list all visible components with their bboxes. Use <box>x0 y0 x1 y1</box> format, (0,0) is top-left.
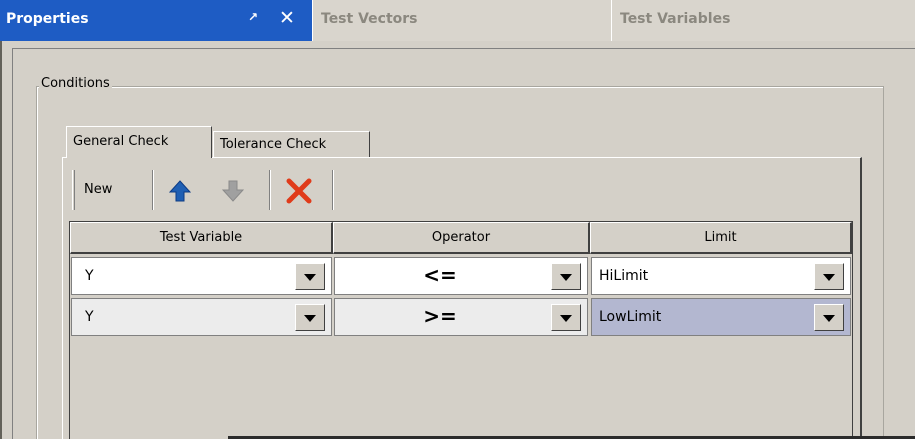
close-icon[interactable]: ✕ <box>279 8 295 28</box>
cell-value: Y <box>85 268 94 284</box>
delete-icon[interactable] <box>285 177 313 217</box>
toolbar-separator <box>332 170 334 210</box>
tab-test-vectors[interactable]: Test Vectors <box>312 0 611 41</box>
tab-properties-label: Properties <box>6 11 89 27</box>
tab-test-vectors-label: Test Vectors <box>321 11 418 27</box>
chevron-down-icon[interactable] <box>551 263 581 290</box>
tab-properties[interactable]: Properties ↗ ✕ <box>0 0 312 41</box>
panel-tab-strip: Properties ↗ ✕ Test Vectors Test Variabl… <box>0 0 915 41</box>
cell-value: <= <box>423 263 457 287</box>
cell-value: >= <box>423 304 457 328</box>
cell-value: LowLimit <box>599 309 662 325</box>
chevron-down-icon[interactable] <box>551 304 581 331</box>
column-header-test-variable[interactable]: Test Variable <box>70 222 333 254</box>
tab-general-check[interactable]: General Check <box>66 126 212 158</box>
conditions-legend: Conditions <box>39 76 112 91</box>
cell-limit[interactable]: HiLimit <box>591 257 851 295</box>
cell-operator[interactable]: >= <box>334 298 588 336</box>
chevron-down-icon[interactable] <box>814 304 844 331</box>
column-header-operator[interactable]: Operator <box>333 222 590 254</box>
chevron-down-icon[interactable] <box>295 263 325 290</box>
new-button[interactable]: New <box>84 182 112 222</box>
toolbar-grip <box>72 170 75 210</box>
cell-test-variable[interactable]: Y <box>71 257 332 295</box>
cell-operator[interactable]: <= <box>334 257 588 295</box>
column-header-limit[interactable]: Limit <box>590 222 852 254</box>
tab-test-variables[interactable]: Test Variables <box>611 0 915 41</box>
tab-test-variables-label: Test Variables <box>620 11 731 27</box>
chevron-down-icon[interactable] <box>295 304 325 331</box>
toolbar-separator <box>152 170 154 210</box>
chevron-down-icon[interactable] <box>814 263 844 290</box>
cell-test-variable[interactable]: Y <box>71 298 332 336</box>
cell-limit-selected[interactable]: LowLimit <box>591 298 851 336</box>
cell-value: HiLimit <box>599 268 649 284</box>
tab-tolerance-check[interactable]: Tolerance Check <box>213 131 370 157</box>
cell-value: Y <box>85 309 94 325</box>
toolbar-separator <box>269 170 271 210</box>
tab-general-check-label: General Check <box>73 134 169 149</box>
tab-tolerance-check-label: Tolerance Check <box>220 137 327 152</box>
move-down-icon[interactable] <box>221 180 245 220</box>
pin-icon[interactable]: ↗ <box>248 10 262 26</box>
conditions-toolbar: New <box>72 170 852 210</box>
move-up-icon[interactable] <box>168 180 192 220</box>
